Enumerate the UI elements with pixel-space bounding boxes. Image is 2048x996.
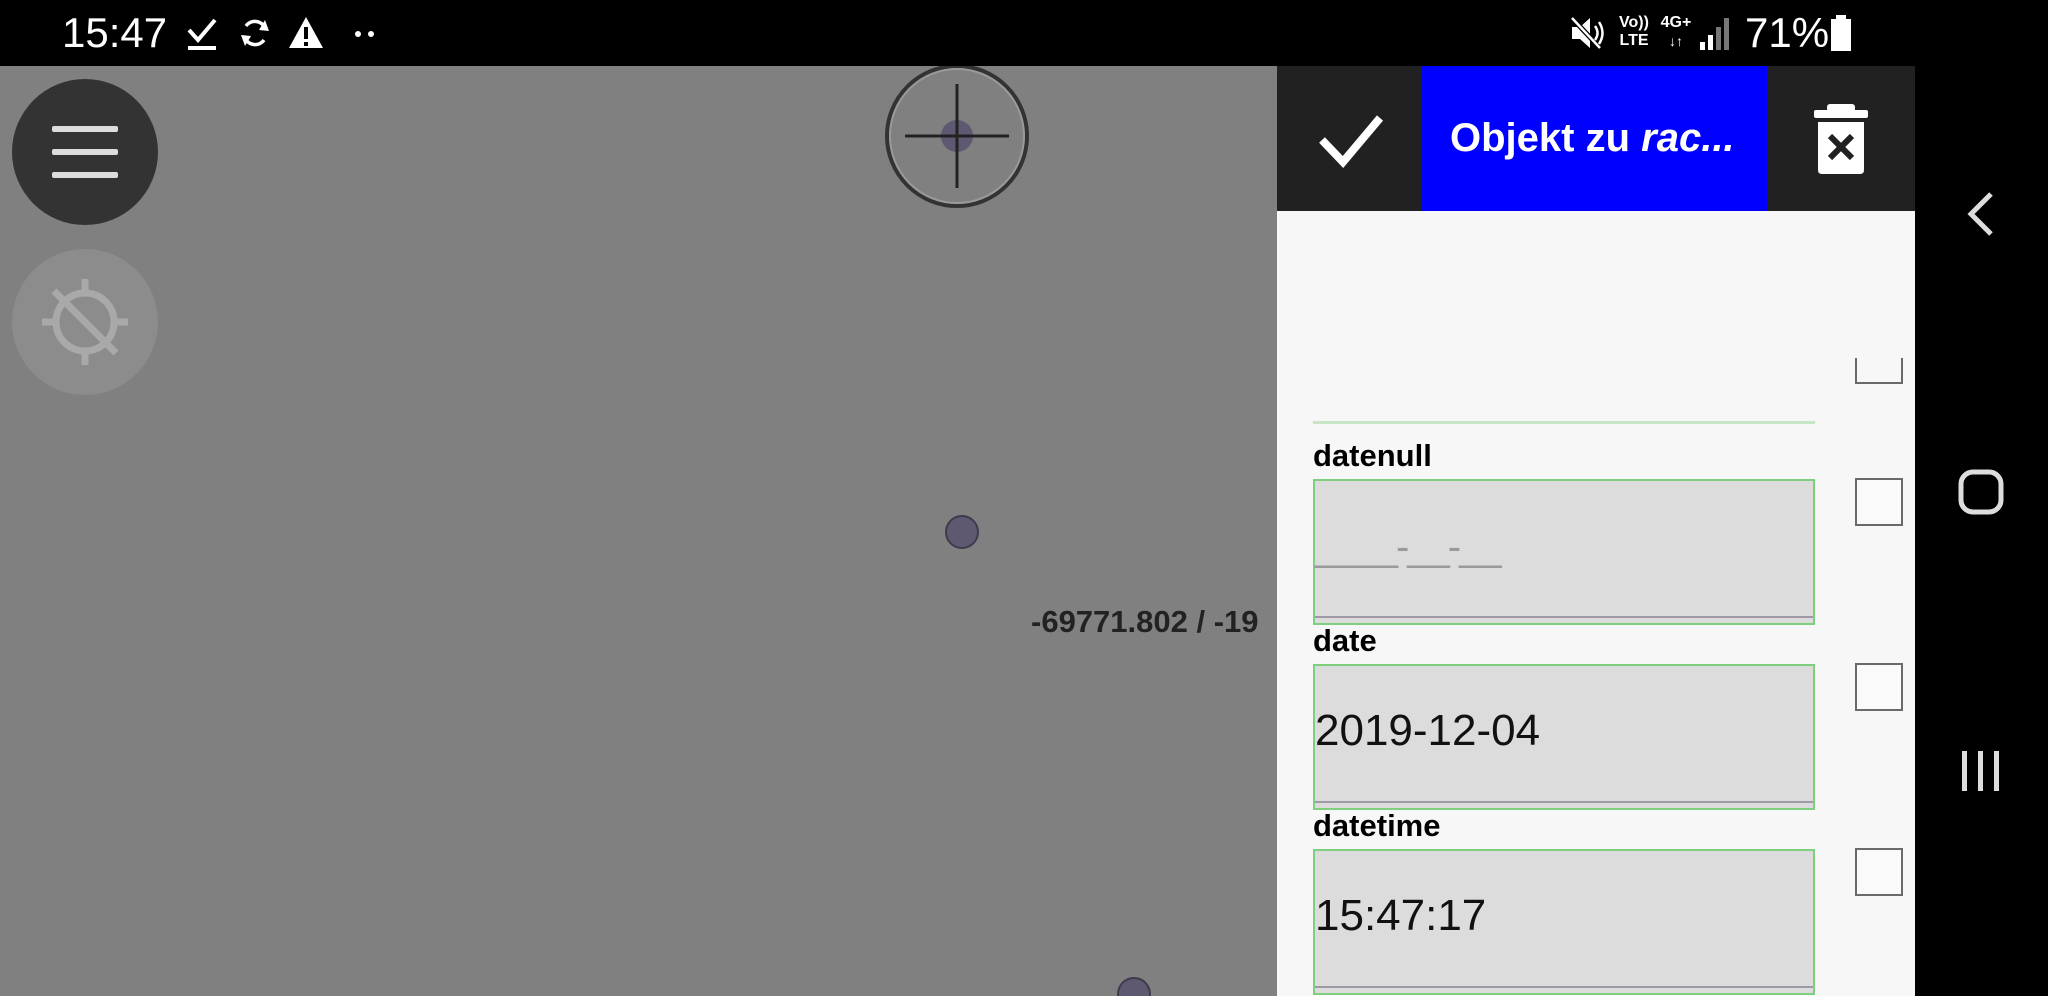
map-point[interactable] [945,515,979,549]
date-value: 2019-12-04 [1315,706,1541,755]
gps-toggle-button[interactable] [12,249,158,395]
panel-title-bar: Objekt zu rac... [1422,66,1767,211]
status-time: 15:47 [62,9,168,56]
input-underline [1315,801,1813,803]
mute-icon [1570,16,1604,50]
main-menu-button[interactable] [12,79,158,225]
check-download-icon [187,18,217,50]
form-area[interactable]: datenull ____-__-__ date 2019-12-04 date… [1277,211,1915,996]
panel-toolbar: Objekt zu rac... [1277,66,1915,211]
field-label-date: date [1313,623,1377,658]
map-view[interactable]: -69771.802 / -19 [0,66,1277,996]
warning-icon [289,17,323,48]
divider [1313,421,1815,424]
sync-icon [241,19,269,47]
datenull-input[interactable]: ____-__-__ [1313,479,1815,625]
input-underline [1315,986,1813,988]
input-underline [1315,616,1813,618]
datenull-checkbox[interactable] [1855,478,1903,526]
datetime-value: 15:47:17 [1315,891,1487,940]
delete-button[interactable] [1767,66,1915,211]
check-icon [1319,115,1384,168]
battery-icon [1831,15,1851,51]
hamburger-menu-icon [52,126,118,178]
checkbox[interactable] [1855,358,1903,384]
4g-data-icon: 4G+ ↓↑ [1660,14,1692,49]
battery-percent: 71% [1745,9,1830,56]
field-label-datenull: datenull [1313,438,1432,473]
status-bar: 15:47 Vo)) LTE 4G+ ↓↑ 71% [0,0,1915,66]
signal-icon [1700,18,1729,50]
back-icon[interactable] [1941,174,2021,254]
delete-icon [1814,104,1868,174]
more-dots-icon [355,31,374,37]
date-input[interactable]: 2019-12-04 [1313,664,1815,810]
date-checkbox[interactable] [1855,663,1903,711]
save-button[interactable] [1277,66,1422,211]
datetime-checkbox[interactable] [1855,848,1903,896]
field-label-datetime: datetime [1313,808,1441,843]
map-point[interactable] [1117,977,1151,996]
volte-icon: Vo)) LTE [1619,14,1649,49]
datetime-input[interactable]: 15:47:17 [1313,849,1815,995]
recents-icon[interactable] [1941,731,2021,811]
home-icon[interactable] [1941,452,2021,532]
coordinate-readout: -69771.802 / -19 [1031,604,1259,639]
feature-form-panel: Objekt zu rac... datenull ____-__-__ dat… [1277,66,1915,996]
screen: 15:47 Vo)) LTE 4G+ ↓↑ 71% -69771.802 / -… [0,0,2048,996]
navigation-bar [1915,0,2048,996]
crosshair-icon [885,66,1029,208]
gps-off-icon [42,279,128,365]
datenull-placeholder: ____-__-__ [1315,525,1502,569]
panel-title: Objekt zu rac... [1450,116,1735,160]
